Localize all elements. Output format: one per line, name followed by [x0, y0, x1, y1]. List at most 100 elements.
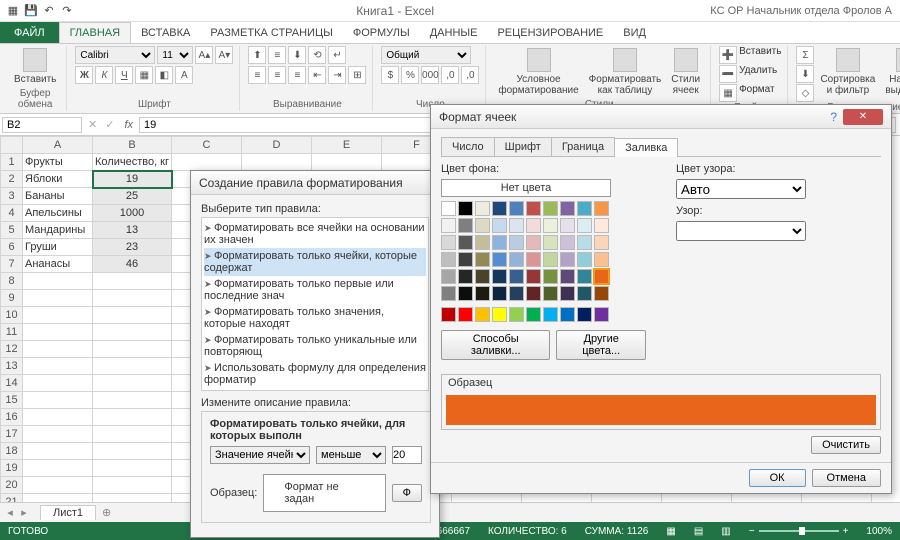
sort-filter-button[interactable]: Сортировка и фильтр	[816, 46, 879, 98]
rule-type-item[interactable]: Использовать формулу для определения фор…	[204, 360, 426, 388]
column-header[interactable]: E	[312, 137, 382, 154]
cell[interactable]	[23, 460, 93, 477]
cell[interactable]	[23, 273, 93, 290]
view-pagebreak-icon[interactable]: ▥	[721, 526, 730, 537]
orientation-icon[interactable]: ⟲	[308, 46, 326, 64]
percent-icon[interactable]: %	[401, 66, 419, 84]
row-header[interactable]: 10	[1, 307, 23, 324]
add-sheet-icon[interactable]: ⊕	[102, 506, 111, 519]
view-layout-icon[interactable]: ▤	[694, 526, 703, 537]
color-swatch[interactable]	[560, 269, 575, 284]
cell[interactable]: Количество, кг	[93, 154, 172, 171]
color-swatch[interactable]	[560, 201, 575, 216]
cell[interactable]	[93, 460, 172, 477]
clear-icon[interactable]: ◇	[796, 84, 814, 102]
format-cells-tab[interactable]: Граница	[551, 137, 615, 156]
color-swatch[interactable]	[594, 269, 609, 284]
row-header[interactable]: 15	[1, 392, 23, 409]
color-swatch[interactable]	[492, 218, 507, 233]
cell[interactable]: 46	[93, 256, 172, 273]
color-swatch[interactable]	[475, 307, 490, 322]
dialog-titlebar[interactable]: Создание правила форматирования	[191, 171, 439, 195]
cell[interactable]: Груши	[23, 239, 93, 256]
color-swatch[interactable]	[594, 307, 609, 322]
rule-type-item[interactable]: Форматировать все ячейки на основании их…	[204, 220, 426, 248]
color-swatch[interactable]	[594, 201, 609, 216]
ribbon-tab[interactable]: ФОРМУЛЫ	[343, 22, 420, 43]
number-format-select[interactable]: Общий	[381, 46, 471, 64]
cell[interactable]: Яблоки	[23, 171, 93, 188]
cell[interactable]: Апельсины	[23, 205, 93, 222]
cell[interactable]	[23, 477, 93, 494]
rule-type-item[interactable]: Форматировать только первые или последни…	[204, 276, 426, 304]
thousands-icon[interactable]: 000	[421, 66, 439, 84]
color-swatch[interactable]	[526, 235, 541, 250]
color-swatch[interactable]	[594, 286, 609, 301]
color-swatch[interactable]	[526, 201, 541, 216]
color-swatch[interactable]	[526, 269, 541, 284]
fx-icon[interactable]: fx	[118, 119, 139, 131]
zoom-slider[interactable]: − +	[749, 526, 849, 537]
rule-type-item[interactable]: Форматировать только ячейки, которые сод…	[204, 248, 426, 276]
delete-cells-button[interactable]: ➖Удалить	[719, 65, 777, 83]
dec-decimal-icon[interactable]: ,0	[461, 66, 479, 84]
cell[interactable]	[93, 443, 172, 460]
sheet-nav-next-icon[interactable]: ▸	[18, 506, 30, 519]
pattern-color-select[interactable]: Авто	[676, 179, 806, 199]
align-top-icon[interactable]: ⬆	[248, 46, 266, 64]
color-swatch[interactable]	[475, 286, 490, 301]
color-swatch[interactable]	[475, 269, 490, 284]
color-swatch[interactable]	[441, 252, 456, 267]
cell[interactable]: 19	[93, 171, 172, 188]
autosum-icon[interactable]: Σ	[796, 46, 814, 64]
fill-icon[interactable]: ⬇	[796, 65, 814, 83]
save-icon[interactable]: 💾	[24, 4, 38, 18]
rule-value-input[interactable]	[392, 446, 422, 464]
cell[interactable]	[23, 324, 93, 341]
color-swatch[interactable]	[492, 269, 507, 284]
cell[interactable]	[93, 477, 172, 494]
conditional-formatting-button[interactable]: Условное форматирование	[494, 46, 582, 98]
merge-icon[interactable]: ⊞	[348, 66, 366, 84]
color-swatch[interactable]	[594, 218, 609, 233]
close-icon[interactable]: ✕	[843, 109, 883, 125]
cancel-formula-icon[interactable]: ✕	[84, 118, 101, 131]
format-as-table-button[interactable]: Форматировать как таблицу	[585, 46, 666, 98]
color-swatch[interactable]	[543, 307, 558, 322]
cell[interactable]	[93, 324, 172, 341]
color-swatch[interactable]	[526, 218, 541, 233]
font-name-select[interactable]: Calibri	[75, 46, 155, 64]
color-swatch[interactable]	[441, 269, 456, 284]
color-swatch[interactable]	[475, 201, 490, 216]
redo-icon[interactable]: ↷	[60, 4, 74, 18]
indent-inc-icon[interactable]: ⇥	[328, 66, 346, 84]
cell[interactable]	[23, 443, 93, 460]
align-bottom-icon[interactable]: ⬇	[288, 46, 306, 64]
row-header[interactable]: 5	[1, 222, 23, 239]
cell-styles-button[interactable]: Стили ячеек	[667, 46, 704, 98]
font-color-button[interactable]: A	[175, 66, 193, 84]
column-header[interactable]: A	[23, 137, 93, 154]
color-swatch[interactable]	[543, 252, 558, 267]
wrap-text-icon[interactable]: ↵	[328, 46, 346, 64]
column-header[interactable]: B	[93, 137, 172, 154]
color-swatch[interactable]	[526, 252, 541, 267]
color-swatch[interactable]	[577, 269, 592, 284]
cell[interactable]	[23, 426, 93, 443]
row-header[interactable]: 9	[1, 290, 23, 307]
color-swatch[interactable]	[594, 235, 609, 250]
no-color-button[interactable]: Нет цвета	[441, 179, 611, 197]
color-swatch[interactable]	[458, 218, 473, 233]
rule-target-select[interactable]: Значение ячейки	[210, 446, 310, 464]
color-swatch[interactable]	[492, 307, 507, 322]
name-box[interactable]	[2, 117, 82, 133]
file-tab[interactable]: ФАЙЛ	[0, 22, 59, 43]
cell[interactable]: Фрукты	[23, 154, 93, 171]
color-swatch[interactable]	[560, 235, 575, 250]
row-header[interactable]: 4	[1, 205, 23, 222]
cell[interactable]	[312, 154, 382, 171]
zoom-in-icon[interactable]: +	[843, 526, 849, 537]
bold-button[interactable]: Ж	[75, 66, 93, 84]
row-header[interactable]: 3	[1, 188, 23, 205]
row-header[interactable]: 8	[1, 273, 23, 290]
